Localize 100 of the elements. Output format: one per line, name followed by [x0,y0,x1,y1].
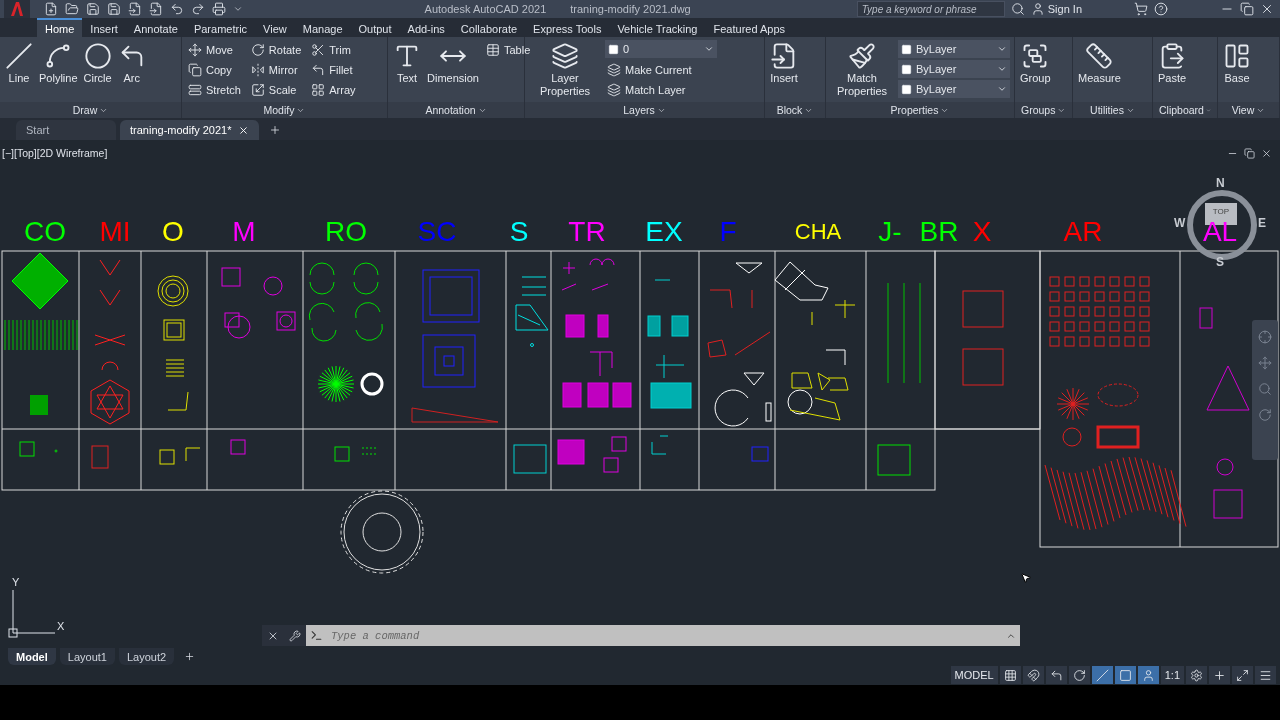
scale-icon [250,83,265,97]
grid-button[interactable] [999,666,1021,684]
close-button[interactable] [1260,2,1274,16]
ribbon-tool-button[interactable]: Arc [116,40,147,87]
ribbon-tool-button[interactable]: Circle [82,40,113,87]
panel-title[interactable]: Clipboard [1153,102,1217,118]
ucs-axis-drawing [8,589,56,638]
ribbon-tab[interactable]: View [255,18,295,37]
property-dropdown[interactable]: ByLayer [898,40,1010,58]
layout-tab[interactable]: Model [8,648,56,665]
ribbon-tab[interactable]: Home [37,18,83,37]
fullscreen-button[interactable] [1232,666,1253,684]
terminal-icon [310,629,323,642]
ribbon-tab[interactable]: Featured Apps [705,18,794,37]
document-tab[interactable]: Start [16,120,116,140]
caret-icon [233,4,243,14]
ribbon-tab[interactable]: Parametric [185,18,256,37]
ribbon-tab[interactable]: Express Tools [525,18,610,37]
layout-tab[interactable]: Layout1 [59,648,115,665]
compass-east[interactable]: E [1258,216,1266,230]
menu-icon [1259,668,1272,682]
menu-button[interactable] [1255,666,1276,684]
panel-title[interactable]: Utilities [1073,102,1152,118]
model-space-button[interactable]: MODEL [950,666,998,684]
property-dropdown[interactable]: ByLayer [898,80,1010,98]
ribbon-tool-button[interactable]: Paste [1157,40,1188,87]
panel-title[interactable]: Annotation [388,102,524,118]
annotation-button[interactable] [1137,666,1159,684]
selection-button[interactable] [1114,666,1136,684]
compass-north[interactable]: N [1216,176,1225,190]
plus-icon [1213,668,1226,682]
ribbon-tab[interactable]: Manage [294,18,351,37]
ribbon-tool-button[interactable]: Text [392,40,422,87]
ribbon-tool-button[interactable]: Match Properties [830,40,894,100]
panel-title[interactable]: View [1218,102,1279,118]
ribbon-tab[interactable]: Insert [82,18,126,37]
viewport-label[interactable]: [−][Top][2D Wireframe] [2,147,108,159]
ribbon-tool-button[interactable]: Mirror [248,60,304,80]
circle-sketch [360,372,384,396]
add-button[interactable] [1209,666,1230,684]
ribbon-tab[interactable]: Vehicle Tracking [609,18,706,37]
ribbon-tool-button[interactable]: Stretch [186,80,243,100]
ribbon-tool-button[interactable]: Rotate [248,40,304,60]
drawing-label: CO [24,218,66,246]
search-field[interactable]: Type a keyword or phrase [856,1,1005,17]
ribbon-tool-button[interactable]: Insert [769,40,799,87]
sign-in-button[interactable]: Sign In [1030,2,1082,16]
panel-title[interactable]: Properties [826,102,1014,118]
panel-title[interactable]: Block [765,102,825,118]
ribbon-tab[interactable]: Output [350,18,400,37]
osnap-button[interactable] [1091,666,1113,684]
search-button[interactable] [1010,2,1025,16]
ribbon-tool-button[interactable]: Array [309,80,358,100]
ribbon-tool-button[interactable]: Fillet [309,60,358,80]
printer-icon [212,2,226,16]
ribbon-tool-button[interactable]: Measure [1077,40,1122,87]
annotation-scale-button[interactable]: 1:1 [1160,666,1184,684]
ortho-button[interactable] [1045,666,1067,684]
panel-title[interactable]: Layers [525,102,764,118]
app-logo[interactable] [4,0,30,18]
help-button[interactable] [1154,2,1168,16]
document-tab[interactable]: traning-modify 2021* [120,120,259,140]
layout-tab[interactable]: Layout2 [118,648,175,665]
layers-icon [551,42,579,70]
restore-button[interactable] [1240,2,1254,16]
property-dropdown[interactable]: 0 [605,40,717,58]
ribbon-tab[interactable]: Annotate [125,18,186,37]
circle-icon [83,42,112,70]
pan-icon [1258,356,1272,370]
ribbon-tool-button[interactable]: Move [186,40,243,60]
panel-title[interactable]: Draw [0,102,181,118]
grid-icon [311,83,326,97]
panel-title[interactable]: Modify [182,102,387,118]
swatch-icon [901,83,912,95]
swatch-icon [901,43,912,55]
property-dropdown[interactable]: ByLayer [898,60,1010,78]
cart-button[interactable] [1134,2,1148,16]
snap-button[interactable] [1022,666,1044,684]
file-icon [128,2,142,16]
ribbon-tool-button[interactable]: Dimension [426,40,480,87]
compass-west[interactable]: W [1174,216,1186,230]
ribbon-tool-button[interactable]: Base [1222,40,1252,87]
ribbon-tool-button[interactable]: Scale [248,80,304,100]
panel-title[interactable]: Groups [1015,102,1072,118]
polar-button[interactable] [1068,666,1090,684]
ribbon-tool-button[interactable]: Make Current [605,60,717,80]
app-title: Autodesk AutoCAD 2021 [424,3,547,15]
ribbon-tool-button[interactable]: Copy [186,60,243,80]
ribbon-tool-button[interactable]: Trim [309,40,358,60]
command-input[interactable]: Type a command [329,628,1000,643]
drawing-label: CHA [794,218,842,246]
settings-button[interactable] [1186,666,1207,684]
ribbon-tab[interactable]: Add-ins [399,18,453,37]
ribbon-tool-button[interactable]: Polyline [38,40,79,87]
ribbon-tool-button[interactable]: Group [1019,40,1052,87]
ribbon-tool-button[interactable]: Match Layer [605,80,717,100]
ribbon-tab[interactable]: Collaborate [452,18,526,37]
export-icon [149,2,163,16]
line-icon [1095,668,1109,682]
ribbon-tool-button[interactable]: Line [4,40,34,87]
